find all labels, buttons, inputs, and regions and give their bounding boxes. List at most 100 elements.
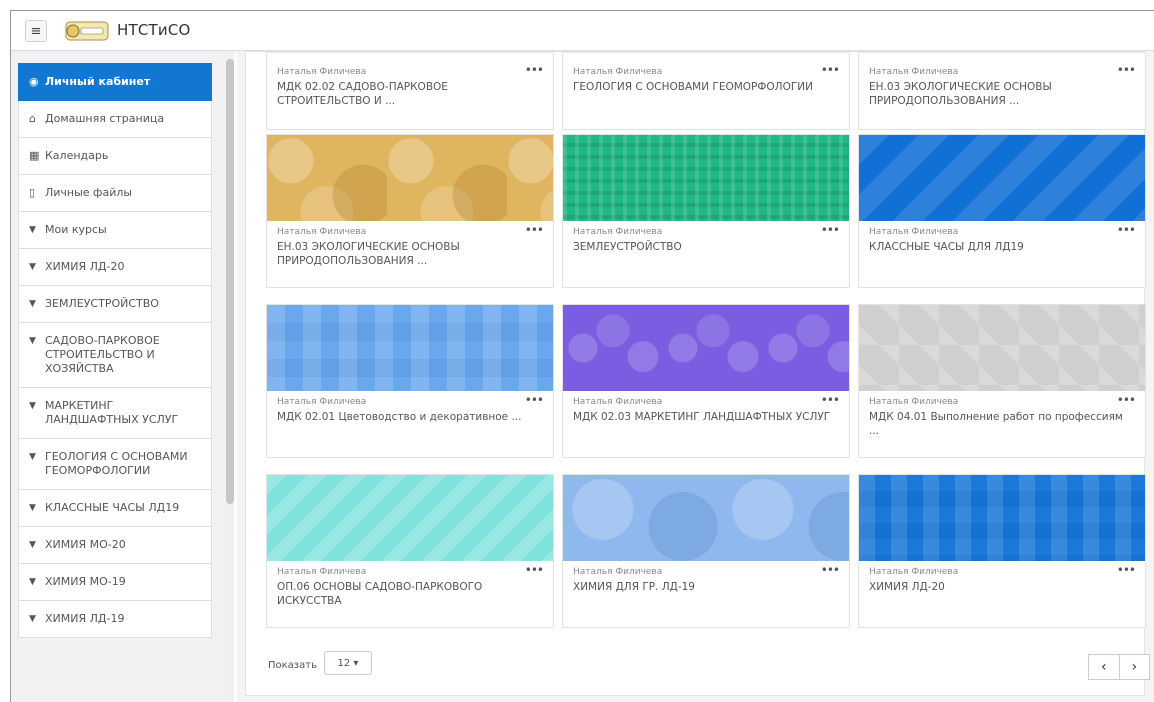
course-card-body: Наталья Филичева ••• КЛАССНЫЕ ЧАСЫ ДЛЯ ЛД1…	[859, 221, 1145, 287]
sidebar-item-label: Календарь	[45, 149, 109, 162]
sidebar-item-label: ГЕОЛОГИЯ С ОСНОВАМИ ГЕОМОРФОЛОГИИ	[45, 450, 188, 477]
nav-drawer: ◉ Личный кабинет ⌂ Домашняя страница ▦ К…	[11, 51, 227, 702]
course-title[interactable]: МДК 02.03 МАРКЕТИНГ ЛАНДШАФТНЫХ УСЛУГ	[573, 410, 839, 424]
site-logo[interactable]	[65, 19, 109, 43]
course-image[interactable]	[563, 135, 849, 221]
course-card[interactable]: Наталья Филичева ••• ХИМИЯ ДЛЯ ГР. ЛД-19	[562, 474, 850, 628]
more-options-icon[interactable]: •••	[1117, 224, 1136, 236]
sidebar-item-dashboard[interactable]: ◉ Личный кабинет	[18, 63, 212, 101]
course-teacher: Наталья Филичева	[277, 227, 367, 237]
more-options-icon[interactable]: •••	[821, 394, 840, 406]
sidebar-item-home[interactable]: ⌂ Домашняя страница	[18, 101, 212, 138]
course-title[interactable]: ЕН.03 ЭКОЛОГИЧЕСКИЕ ОСНОВЫ ПРИРОДОПОЛЬЗО…	[869, 80, 1135, 108]
more-options-icon[interactable]: •••	[525, 224, 544, 236]
sidebar-item-course[interactable]: ▼ САДОВО-ПАРКОВОЕ СТРОИТЕЛЬСТВО И ХОЗЯЙС…	[18, 323, 212, 388]
drawer-scrollbar[interactable]	[226, 51, 234, 702]
course-card-body: Наталья Филичева ••• МДК 02.01 Цветоводств…	[267, 391, 553, 457]
sidebar-item-course[interactable]: ▼ ХИМИЯ МО-20	[18, 527, 212, 564]
main-region: Наталья Филичева ••• МДК 02.02 САДОВО-ПАРК…	[237, 51, 1154, 702]
sidebar-item-course[interactable]: ▼ КЛАССНЫЕ ЧАСЫ ЛД19	[18, 490, 212, 527]
sidebar-item-label: ХИМИЯ МО-20	[45, 538, 126, 551]
course-card[interactable]: Наталья Филичева ••• КЛАССНЫЕ ЧАСЫ ДЛЯ ЛД1…	[858, 134, 1146, 288]
more-options-icon[interactable]: •••	[1117, 64, 1136, 76]
drawer-list: ◉ Личный кабинет ⌂ Домашняя страница ▦ К…	[18, 63, 212, 638]
course-card-body: Наталья Филичева ••• ЕН.03 ЭКОЛОГИЧЕСКИЕ О…	[859, 53, 1145, 129]
sidebar-item-my-courses[interactable]: ▼ Мои курсы	[18, 212, 212, 249]
course-card[interactable]: Наталья Филичева ••• ГЕОЛОГИЯ С ОСНОВАМИ Г…	[562, 52, 850, 130]
course-card-body: Наталья Филичева ••• МДК 04.01 Выполнение …	[859, 391, 1145, 457]
course-image[interactable]	[859, 475, 1145, 561]
prev-page-button[interactable]: ‹	[1088, 654, 1120, 680]
course-card[interactable]: Наталья Филичева ••• МДК 02.02 САДОВО-ПАРК…	[266, 52, 554, 130]
course-title[interactable]: КЛАССНЫЕ ЧАСЫ ДЛЯ ЛД19	[869, 240, 1135, 254]
scroll-thumb[interactable]	[226, 59, 234, 504]
course-image[interactable]	[267, 135, 553, 221]
sidebar-item-label: ХИМИЯ ЛД-19	[45, 612, 125, 625]
course-title[interactable]: МДК 02.01 Цветоводство и декоративное ..…	[277, 410, 543, 424]
more-options-icon[interactable]: •••	[821, 64, 840, 76]
course-teacher: Наталья Филичева	[573, 567, 663, 577]
course-title[interactable]: МДК 02.02 САДОВО-ПАРКОВОЕ СТРОИТЕЛЬСТВО …	[277, 80, 543, 108]
more-options-icon[interactable]: •••	[821, 564, 840, 576]
course-teacher: Наталья Филичева	[277, 67, 367, 77]
next-page-button[interactable]: ›	[1119, 654, 1150, 680]
sidebar-item-label: Личные файлы	[45, 186, 133, 199]
course-card[interactable]: Наталья Филичева ••• МДК 04.01 Выполнение …	[858, 304, 1146, 458]
course-card-body: Наталья Филичева ••• ГЕОЛОГИЯ С ОСНОВАМИ Г…	[563, 53, 849, 129]
more-options-icon[interactable]: •••	[525, 394, 544, 406]
course-card[interactable]: Наталья Филичева ••• ЕН.03 ЭКОЛОГИЧЕСКИЕ О…	[266, 134, 554, 288]
graduation-cap-icon: ▼	[29, 299, 36, 309]
course-card[interactable]: Наталья Филичева ••• ОП.06 ОСНОВЫ САДОВО-П…	[266, 474, 554, 628]
course-card-body: Наталья Филичева ••• ОП.06 ОСНОВЫ САДОВО-П…	[267, 561, 553, 627]
course-image[interactable]	[563, 305, 849, 391]
course-teacher: Наталья Филичева	[277, 397, 367, 407]
course-card[interactable]: Наталья Филичева ••• МДК 02.03 МАРКЕТИНГ Л…	[562, 304, 850, 458]
course-card[interactable]: Наталья Филичева ••• ХИМИЯ ЛД-20	[858, 474, 1146, 628]
course-image[interactable]	[859, 135, 1145, 221]
top-navbar: ≡ НТСТиСО	[11, 11, 1154, 51]
more-options-icon[interactable]: •••	[525, 64, 544, 76]
sidebar-item-calendar[interactable]: ▦ Календарь	[18, 138, 212, 175]
sidebar-item-course[interactable]: ▼ ХИМИЯ МО-19	[18, 564, 212, 601]
sidebar-item-label: Домашняя страница	[45, 112, 165, 125]
course-image[interactable]	[859, 305, 1145, 391]
sidebar-item-private-files[interactable]: ▯ Личные файлы	[18, 175, 212, 212]
hamburger-icon[interactable]: ≡	[25, 20, 47, 42]
course-card[interactable]: Наталья Филичева ••• ЗЕМЛЕУСТРОЙСТВО	[562, 134, 850, 288]
site-name[interactable]: НТСТиСО	[117, 21, 191, 39]
graduation-cap-icon: ▼	[29, 401, 36, 411]
sidebar-item-label: Личный кабинет	[45, 75, 151, 88]
sidebar-item-label: Мои курсы	[45, 223, 107, 236]
course-title[interactable]: ГЕОЛОГИЯ С ОСНОВАМИ ГЕОМОРФОЛОГИИ	[573, 80, 839, 94]
course-title[interactable]: ОП.06 ОСНОВЫ САДОВО-ПАРКОВОГО ИСКУССТВА	[277, 580, 543, 608]
course-image[interactable]	[267, 475, 553, 561]
course-image[interactable]	[267, 305, 553, 391]
graduation-cap-icon: ▼	[29, 336, 36, 346]
course-teacher: Наталья Филичева	[869, 397, 959, 407]
course-image[interactable]	[563, 475, 849, 561]
sidebar-item-course[interactable]: ▼ ЗЕМЛЕУСТРОЙСТВО	[18, 286, 212, 323]
more-options-icon[interactable]: •••	[1117, 394, 1136, 406]
course-title[interactable]: МДК 04.01 Выполнение работ по профессиям…	[869, 410, 1135, 438]
graduation-cap-icon: ▼	[29, 503, 36, 513]
graduation-cap-icon: ▼	[29, 262, 36, 272]
more-options-icon[interactable]: •••	[821, 224, 840, 236]
pagination-buttons: ‹ ›	[1088, 654, 1150, 680]
course-title[interactable]: ХИМИЯ ЛД-20	[869, 580, 1135, 594]
course-title[interactable]: ХИМИЯ ДЛЯ ГР. ЛД-19	[573, 580, 839, 594]
sidebar-item-course[interactable]: ▼ МАРКЕТИНГ ЛАНДШАФТНЫХ УСЛУГ	[18, 388, 212, 439]
more-options-icon[interactable]: •••	[1117, 564, 1136, 576]
course-title[interactable]: ЕН.03 ЭКОЛОГИЧЕСКИЕ ОСНОВЫ ПРИРОДОПОЛЬЗО…	[277, 240, 543, 268]
course-title[interactable]: ЗЕМЛЕУСТРОЙСТВО	[573, 240, 839, 254]
course-teacher: Наталья Филичева	[869, 567, 959, 577]
graduation-cap-icon: ▼	[29, 225, 36, 235]
more-options-icon[interactable]: •••	[525, 564, 544, 576]
sidebar-item-label: КЛАССНЫЕ ЧАСЫ ЛД19	[45, 501, 180, 514]
per-page-select[interactable]: 12 ▾	[324, 651, 372, 675]
course-card[interactable]: Наталья Филичева ••• ЕН.03 ЭКОЛОГИЧЕСКИЕ О…	[858, 52, 1146, 130]
sidebar-item-course[interactable]: ▼ ГЕОЛОГИЯ С ОСНОВАМИ ГЕОМОРФОЛОГИИ	[18, 439, 212, 490]
sidebar-item-course[interactable]: ▼ ХИМИЯ ЛД-20	[18, 249, 212, 286]
course-card-body: Наталья Филичева ••• ЗЕМЛЕУСТРОЙСТВО	[563, 221, 849, 287]
course-card[interactable]: Наталья Филичева ••• МДК 02.01 Цветоводств…	[266, 304, 554, 458]
sidebar-item-course[interactable]: ▼ ХИМИЯ ЛД-19	[18, 601, 212, 638]
